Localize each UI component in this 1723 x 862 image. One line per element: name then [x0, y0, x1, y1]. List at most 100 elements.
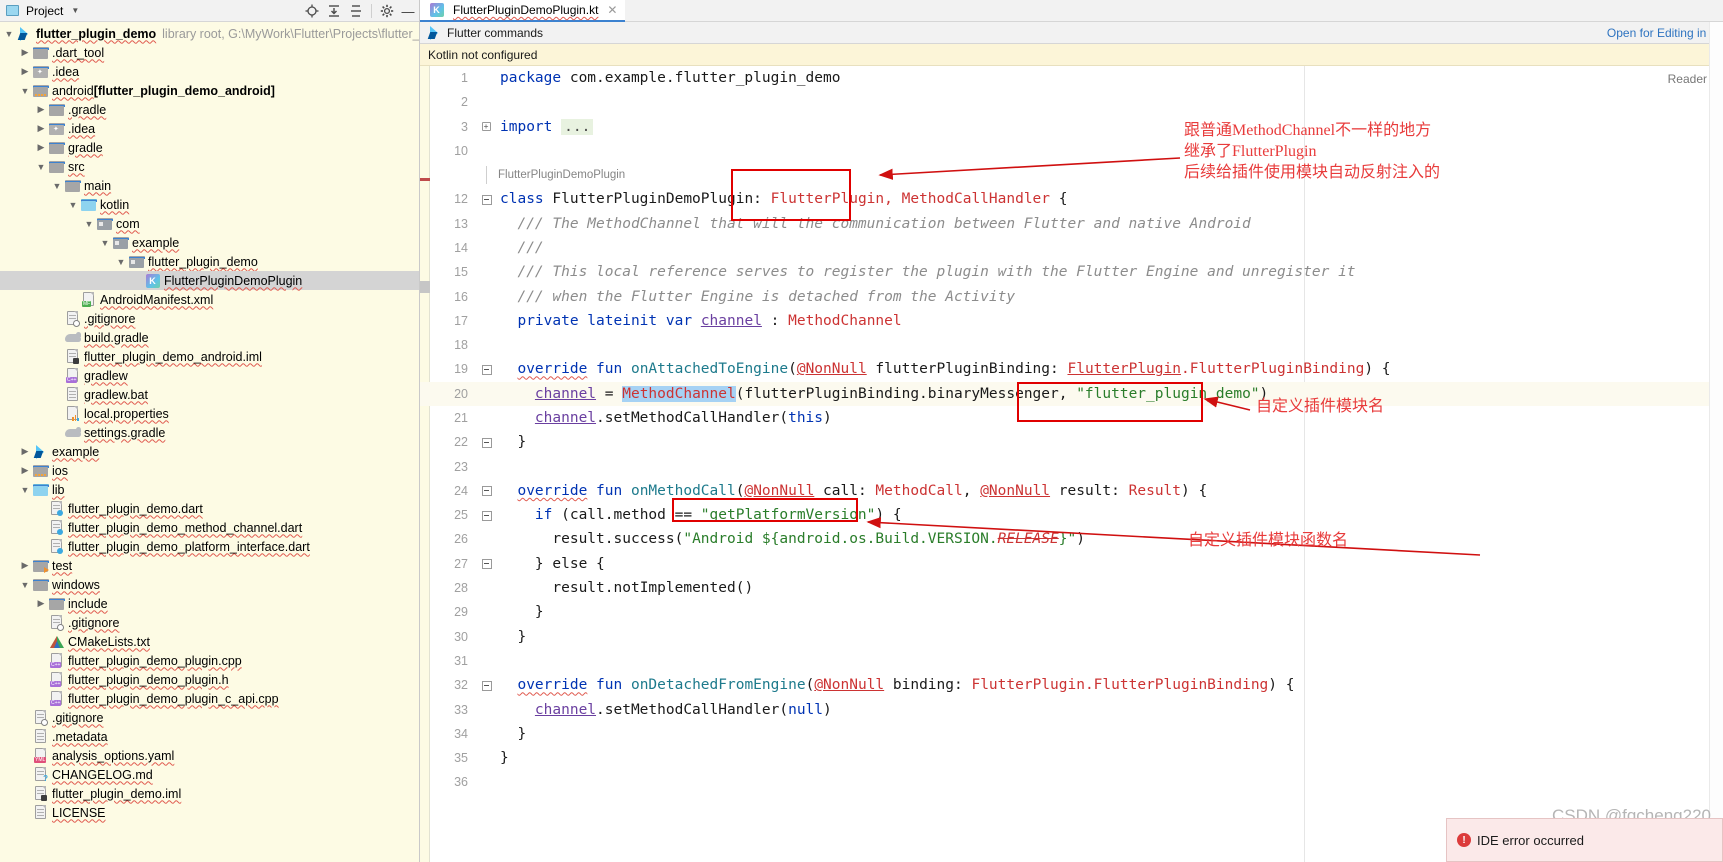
tree-item-flutter-plugin-demo-plugin-h[interactable]: C++ flutter_plugin_demo_plugin.h	[0, 670, 419, 689]
tree-item-src[interactable]: ▼ src	[0, 157, 419, 176]
fold-toggle-icon[interactable]	[478, 510, 494, 521]
tree-item-test[interactable]: ▶ test	[0, 556, 419, 575]
locate-icon[interactable]	[302, 1, 322, 21]
code-line[interactable]: 36	[420, 770, 1723, 794]
reader-mode-label[interactable]: Reader	[1668, 72, 1707, 86]
code-line[interactable]: 25 if (call.method == "getPlatformVersio…	[420, 503, 1723, 527]
tree-item-gradlew-bat[interactable]: gradlew.bat	[0, 385, 419, 404]
code-line[interactable]: 21 channel.setMethodCallHandler(this)	[420, 406, 1723, 430]
flutter-commands-label[interactable]: Flutter commands	[447, 26, 543, 40]
tree-item-gradlew[interactable]: C++ gradlew	[0, 366, 419, 385]
code-line[interactable]: 32 override fun onDetachedFromEngine(@No…	[420, 673, 1723, 697]
tree-item-gitignore[interactable]: .gitignore	[0, 309, 419, 328]
chevron-down-icon[interactable]: ▼	[18, 86, 32, 96]
project-tree[interactable]: ▼ flutter_plugin_demo library root, G:\M…	[0, 22, 419, 862]
chevron-down-icon[interactable]: ▼	[18, 580, 32, 590]
tree-item-gitignore[interactable]: .gitignore	[0, 613, 419, 632]
fold-toggle-icon[interactable]: +	[478, 122, 494, 132]
tree-root-row[interactable]: ▼ flutter_plugin_demo library root, G:\M…	[0, 24, 419, 43]
fold-toggle-icon[interactable]	[478, 364, 494, 375]
expand-all-icon[interactable]	[324, 1, 344, 21]
tree-item-lib[interactable]: ▼ lib	[0, 480, 419, 499]
open-for-editing-link[interactable]: Open for Editing in A	[1607, 22, 1717, 44]
tree-item-idea[interactable]: ▶ ✦ .idea	[0, 62, 419, 81]
editor-right-rail[interactable]	[1709, 22, 1723, 862]
code-line[interactable]: 19 override fun onAttachedToEngine(@NonN…	[420, 357, 1723, 381]
code-line[interactable]: 17 private lateinit var channel : Method…	[420, 309, 1723, 333]
chevron-down-icon[interactable]: ▼	[50, 181, 64, 191]
close-icon[interactable]: ✕	[607, 3, 617, 17]
code-line[interactable]: 35}	[420, 746, 1723, 770]
tree-item-gitignore[interactable]: .gitignore	[0, 708, 419, 727]
code-line[interactable]: 33 channel.setMethodCallHandler(null)	[420, 697, 1723, 721]
chevron-down-icon[interactable]: ▼	[18, 485, 32, 495]
tree-item-example[interactable]: ▶ example	[0, 442, 419, 461]
tab-flutterplugindemoplugin-kt[interactable]: K FlutterPluginDemoPlugin.kt ✕	[420, 0, 626, 22]
tree-item-analysis-options-yaml[interactable]: YML analysis_options.yaml	[0, 746, 419, 765]
code-line[interactable]: 28 result.notImplemented()	[420, 576, 1723, 600]
fold-toggle-icon[interactable]	[478, 437, 494, 448]
tree-item-kotlin[interactable]: ▼ kotlin	[0, 195, 419, 214]
code-line[interactable]: 34 }	[420, 722, 1723, 746]
chevron-right-icon[interactable]: ▶	[18, 465, 32, 476]
code-line[interactable]: 20 channel = MethodChannel(flutterPlugin…	[420, 381, 1723, 406]
tree-item-flutter-plugin-demo[interactable]: ▼ flutter_plugin_demo	[0, 252, 419, 271]
tree-item-main[interactable]: ▼ main	[0, 176, 419, 195]
fold-toggle-icon[interactable]	[478, 680, 494, 691]
chevron-right-icon[interactable]: ▶	[18, 47, 32, 58]
chevron-right-icon[interactable]: ▶	[34, 142, 48, 153]
chevron-right-icon[interactable]: ▶	[18, 66, 32, 77]
tree-item-idea[interactable]: ▶ ✦ .idea	[0, 119, 419, 138]
chevron-down-icon[interactable]: ▼	[2, 29, 16, 39]
code-line[interactable]: 26 result.success("Android ${android.os.…	[420, 527, 1723, 551]
chevron-right-icon[interactable]: ▶	[18, 446, 32, 457]
tree-item-build-gradle[interactable]: build.gradle	[0, 328, 419, 347]
code-line[interactable]: 3 + import ...	[420, 115, 1723, 139]
code-line[interactable]: 16 /// when the Flutter Engine is detach…	[420, 284, 1723, 308]
tree-item-flutter-plugin-demo-plugin-c-api-cpp[interactable]: C++ flutter_plugin_demo_plugin_c_api.cpp	[0, 689, 419, 708]
tree-item-example[interactable]: ▼ example	[0, 233, 419, 252]
collapse-all-icon[interactable]	[346, 1, 366, 21]
chevron-right-icon[interactable]: ▶	[34, 104, 48, 115]
tree-item-com[interactable]: ▼ com	[0, 214, 419, 233]
tree-item-flutter-plugin-demo-platform-interface-dart[interactable]: flutter_plugin_demo_platform_interface.d…	[0, 537, 419, 556]
code-line[interactable]: 15 /// This local reference serves to re…	[420, 260, 1723, 284]
tree-item-flutter-plugin-demo-iml[interactable]: flutter_plugin_demo.iml	[0, 784, 419, 803]
code-line[interactable]: 23	[420, 454, 1723, 478]
chevron-right-icon[interactable]: ▶	[34, 123, 48, 134]
tree-item-ios[interactable]: ▶ ios	[0, 461, 419, 480]
gear-icon[interactable]	[377, 1, 397, 21]
tree-item-flutter-plugin-demo-dart[interactable]: flutter_plugin_demo.dart	[0, 499, 419, 518]
tree-item-flutter-plugin-demo-android-iml[interactable]: flutter_plugin_demo_android.iml	[0, 347, 419, 366]
chevron-down-icon[interactable]: ▼	[66, 200, 80, 210]
tree-item-settings-gradle[interactable]: settings.gradle	[0, 423, 419, 442]
chevron-down-icon[interactable]: ▼	[71, 6, 79, 15]
tree-item-changelog-md[interactable]: ? CHANGELOG.md	[0, 765, 419, 784]
editor-breadcrumb[interactable]: FlutterPluginDemoPlugin	[420, 163, 1723, 187]
code-lines[interactable]: 1 package com.example.flutter_plugin_demo…	[420, 66, 1723, 795]
minimize-icon[interactable]: —	[399, 1, 417, 21]
tree-item-gradle[interactable]: ▶ .gradle	[0, 100, 419, 119]
fold-toggle-icon[interactable]	[478, 559, 494, 570]
tree-item-include[interactable]: ▶ include	[0, 594, 419, 613]
tree-item-android[interactable]: ▼ android [flutter_plugin_demo_android]	[0, 81, 419, 100]
tree-item-local-properties[interactable]: local.properties	[0, 404, 419, 423]
tree-item-flutter-plugin-demo-method-channel-dart[interactable]: flutter_plugin_demo_method_channel.dart	[0, 518, 419, 537]
code-line[interactable]: 13 /// The MethodChannel that will the c…	[420, 211, 1723, 235]
tree-item-license[interactable]: LICENSE	[0, 803, 419, 822]
code-line[interactable]: 27 } else {	[420, 552, 1723, 576]
tree-item-flutter-plugin-demo-plugin-cpp[interactable]: C++ flutter_plugin_demo_plugin.cpp	[0, 651, 419, 670]
fold-toggle-icon[interactable]	[478, 194, 494, 205]
tree-item-cmakelists-txt[interactable]: CMakeLists.txt	[0, 632, 419, 651]
code-line[interactable]: 18	[420, 333, 1723, 357]
code-line[interactable]: 22 }	[420, 430, 1723, 454]
tree-item-windows[interactable]: ▼ windows	[0, 575, 419, 594]
chevron-down-icon[interactable]: ▼	[82, 219, 96, 229]
code-line[interactable]: 30 }	[420, 625, 1723, 649]
code-line[interactable]: 10	[420, 139, 1723, 163]
code-line[interactable]: 29 }	[420, 600, 1723, 624]
code-line[interactable]: 2	[420, 90, 1723, 114]
tree-item-gradle[interactable]: ▶ gradle	[0, 138, 419, 157]
code-line[interactable]: 31	[420, 649, 1723, 673]
code-line[interactable]: 12 class FlutterPluginDemoPlugin: Flutter…	[420, 187, 1723, 211]
